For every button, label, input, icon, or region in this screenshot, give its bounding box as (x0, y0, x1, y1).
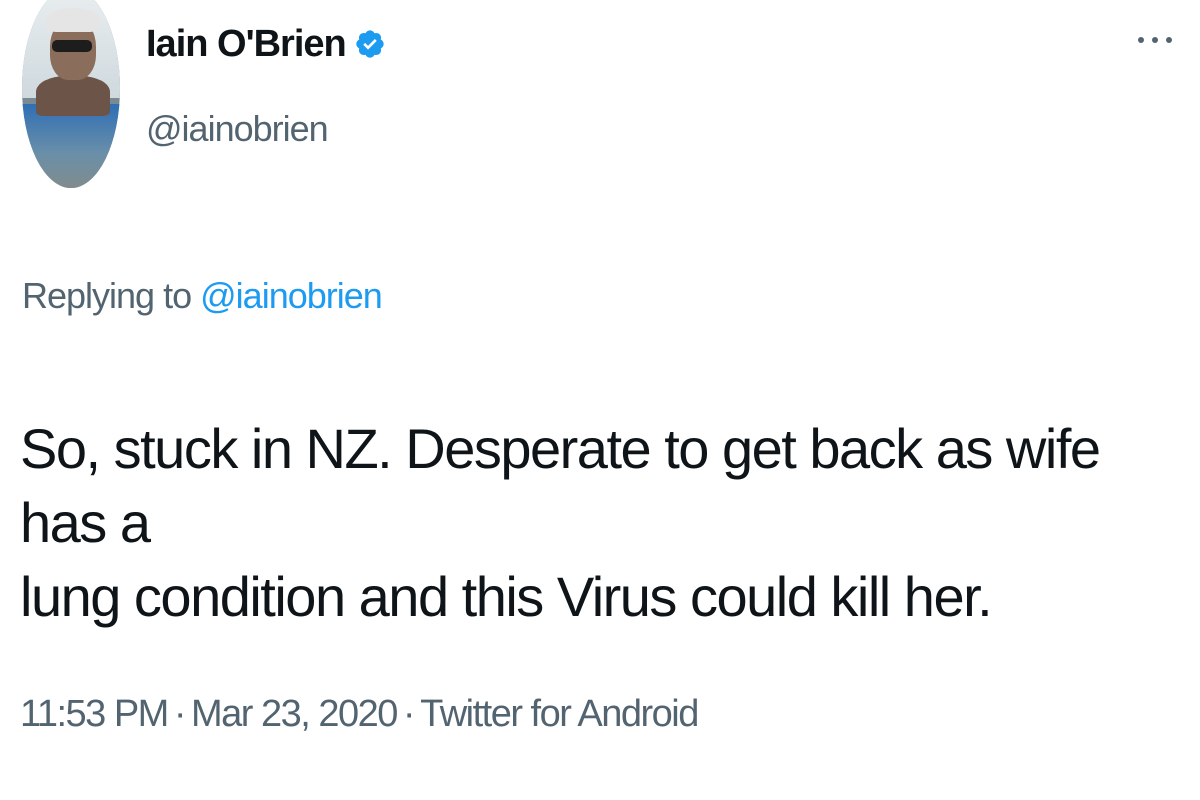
tweet-date-link[interactable]: Mar 23, 2020 (191, 693, 398, 735)
tweet-text-line: lung condition and this Virus could kill… (20, 565, 993, 628)
more-dot (1166, 37, 1172, 43)
tweet-text-line: So, stuck in NZ. Desperate to get back a… (20, 417, 1101, 554)
avatar-glasses (52, 40, 92, 52)
author-handle[interactable]: @iainobrien (146, 108, 329, 150)
separator: · (173, 693, 187, 735)
tweet-source-link[interactable]: Twitter for Android (420, 693, 699, 735)
avatar-water (22, 104, 120, 188)
more-dot (1138, 37, 1144, 43)
avatar-body (36, 76, 110, 116)
more-options-icon[interactable] (1138, 30, 1172, 50)
avatar-hair (46, 8, 100, 32)
reply-mention-link[interactable]: @iainobrien (200, 275, 383, 316)
tweet-meta: 11:53 PM · Mar 23, 2020 · Twitter for Androi… (20, 693, 699, 736)
tweet-time-link[interactable]: 11:53 PM (20, 693, 169, 735)
tweet-card: Iain O'Brien @iainobrien Replying to @ia… (0, 0, 1200, 800)
replying-prefix: Replying to (22, 275, 192, 316)
separator: · (402, 693, 416, 735)
replying-to-line: Replying to @iainobrien (22, 275, 383, 317)
author-name[interactable]: Iain O'Brien (146, 23, 347, 66)
more-dot (1152, 37, 1158, 43)
author-name-row: Iain O'Brien (146, 14, 386, 74)
avatar[interactable] (22, 0, 120, 188)
tweet-text: So, stuck in NZ. Desperate to get back a… (20, 412, 1170, 634)
verified-badge-icon (354, 28, 386, 60)
